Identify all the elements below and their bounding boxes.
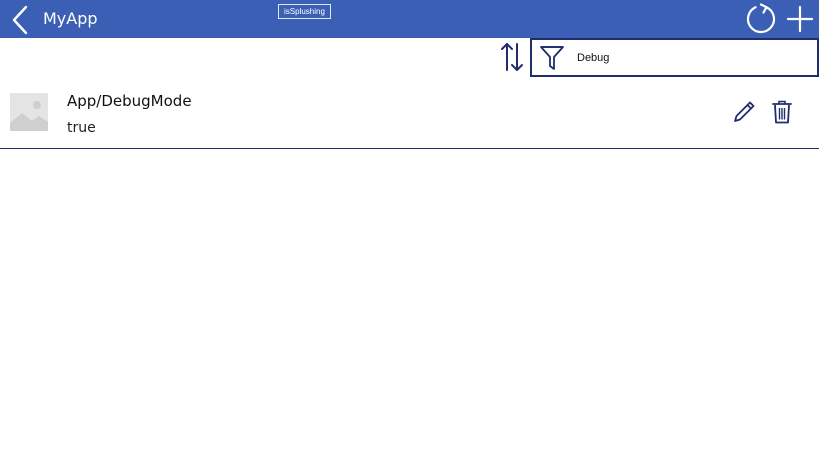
item-name: App/DebugMode xyxy=(67,92,192,110)
list-item[interactable]: App/DebugMode true xyxy=(0,82,819,149)
row-divider xyxy=(0,148,819,149)
add-plus-icon[interactable] xyxy=(786,5,814,33)
filter-funnel-icon xyxy=(540,46,564,70)
app-header: MyApp xyxy=(0,0,819,38)
app-title: MyApp xyxy=(43,9,98,28)
refresh-icon[interactable] xyxy=(745,3,777,35)
sort-arrows-icon[interactable] xyxy=(499,41,525,73)
pencil-icon[interactable] xyxy=(731,99,757,125)
item-value: true xyxy=(67,120,96,136)
filter-input[interactable] xyxy=(577,48,807,68)
back-chevron-icon[interactable] xyxy=(9,5,31,35)
is-splushing-badge: isSplushing xyxy=(278,4,331,19)
trash-icon[interactable] xyxy=(771,99,793,125)
image-placeholder-icon xyxy=(10,93,48,131)
filter-search-box[interactable] xyxy=(530,38,819,77)
